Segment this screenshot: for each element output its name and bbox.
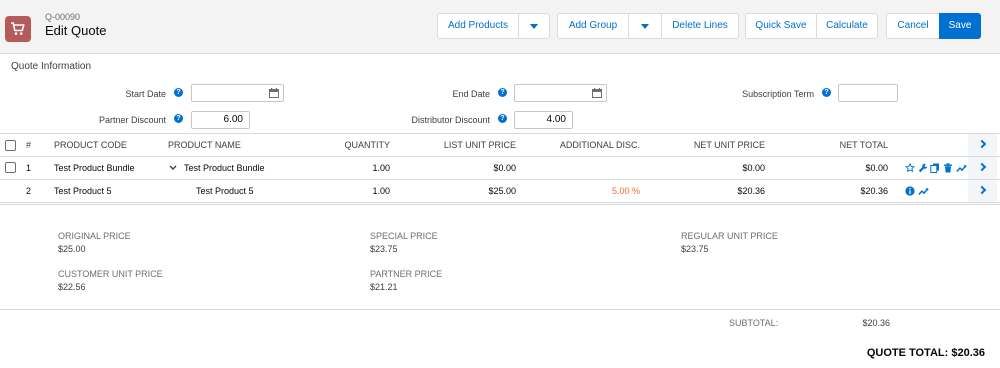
calendar-icon[interactable]	[592, 88, 602, 98]
column-header-quantity: QUANTITY	[344, 140, 390, 150]
trend-icon[interactable]	[956, 163, 967, 173]
chevron-right-icon	[977, 139, 987, 149]
calculate-button[interactable]: Calculate	[816, 13, 878, 39]
product-code: Test Product Bundle	[54, 163, 135, 173]
column-header-product-name: PRODUCT NAME	[168, 140, 241, 150]
page-header: Q-00090 Edit Quote Add Products Add Grou…	[0, 0, 1000, 54]
column-header-number: #	[26, 140, 32, 150]
regular-unit-price-value: $23.75	[681, 244, 709, 254]
chevron-right-icon	[977, 185, 987, 195]
cart-icon	[5, 16, 31, 42]
partner-price-value: $21.21	[370, 282, 398, 292]
end-date-label: End Date	[452, 89, 490, 99]
subscription-term-field[interactable]	[838, 84, 898, 102]
quote-number: Q-00090	[45, 12, 81, 22]
select-all-checkbox[interactable]	[5, 140, 16, 151]
customer-unit-price-label: CUSTOMER UNIT PRICE	[58, 269, 163, 279]
chevron-down-icon[interactable]	[169, 165, 177, 171]
list-unit-price: $0.00	[493, 163, 516, 173]
help-icon[interactable]: ?	[174, 114, 183, 123]
copy-icon[interactable]	[930, 163, 940, 173]
net-total: $0.00	[865, 163, 888, 173]
page-title: Edit Quote	[45, 23, 107, 38]
original-price-value: $25.00	[58, 244, 86, 254]
star-icon[interactable]	[905, 163, 915, 173]
add-products-menu-button[interactable]	[518, 13, 550, 39]
additional-discount[interactable]: 5.00 %	[530, 180, 640, 202]
table-row[interactable]: 2 Test Product 5 Test Product 5 1.00 $25…	[0, 180, 1000, 203]
row-number: 2	[26, 186, 32, 196]
subtotal-value: $20.36	[862, 318, 890, 328]
product-code: Test Product 5	[54, 186, 112, 196]
section-title: Quote Information	[11, 61, 92, 72]
quote-total: QUOTE TOTAL: $20.36	[866, 347, 985, 359]
start-date-label: Start Date	[125, 89, 166, 99]
table-row[interactable]: 1 Test Product Bundle Test Product Bundl…	[0, 157, 1000, 180]
row-checkbox[interactable]	[5, 162, 16, 173]
customer-unit-price-value: $22.56	[58, 282, 86, 292]
net-unit-price: $0.00	[742, 163, 765, 173]
wrench-icon[interactable]	[918, 163, 928, 173]
column-header-product-code: PRODUCT CODE	[54, 140, 127, 150]
row-number: 1	[26, 163, 32, 173]
table-header: # PRODUCT CODE PRODUCT NAME QUANTITY LIS…	[0, 133, 1000, 157]
help-icon[interactable]: ?	[174, 88, 183, 97]
start-date-field[interactable]	[191, 84, 284, 102]
trend-icon[interactable]	[918, 186, 929, 196]
subtotal-label: SUBTOTAL:	[729, 318, 779, 328]
product-name: Test Product 5	[196, 186, 254, 196]
chevron-down-icon	[641, 24, 649, 29]
help-icon[interactable]: ?	[498, 88, 507, 97]
net-unit-price: $20.36	[737, 186, 765, 196]
column-header-additional-disc: ADDITIONAL DISC.	[559, 140, 640, 150]
trash-icon[interactable]	[943, 163, 953, 173]
net-total: $20.36	[860, 186, 888, 196]
chevron-right-icon	[977, 162, 987, 172]
add-products-button[interactable]: Add Products	[437, 13, 519, 39]
distributor-discount-label: Distributor Discount	[411, 115, 490, 125]
chevron-down-icon	[530, 24, 538, 29]
column-header-net-unit-price: NET UNIT PRICE	[693, 140, 765, 150]
price-details-panel: ORIGINAL PRICE $25.00 SPECIAL PRICE $23.…	[0, 204, 1000, 310]
info-icon[interactable]	[905, 186, 915, 196]
quantity[interactable]: 1.00	[310, 157, 390, 179]
calendar-icon[interactable]	[269, 88, 279, 98]
help-icon[interactable]: ?	[498, 114, 507, 123]
original-price-label: ORIGINAL PRICE	[58, 231, 131, 241]
special-price-label: SPECIAL PRICE	[370, 231, 438, 241]
expand-rail[interactable]	[968, 134, 997, 156]
add-group-button[interactable]: Add Group	[557, 13, 629, 39]
help-icon[interactable]: ?	[822, 88, 831, 97]
regular-unit-price-label: REGULAR UNIT PRICE	[681, 231, 778, 241]
partner-price-label: PARTNER PRICE	[370, 269, 443, 279]
row-expand-button[interactable]	[968, 180, 997, 202]
product-name: Test Product Bundle	[184, 163, 265, 173]
end-date-field[interactable]	[514, 84, 607, 102]
list-unit-price: $25.00	[488, 186, 516, 196]
cancel-button[interactable]: Cancel	[886, 13, 940, 39]
quantity[interactable]: 1.00	[310, 180, 390, 202]
save-button[interactable]: Save	[939, 13, 981, 39]
column-header-net-total: NET TOTAL	[839, 140, 888, 150]
subscription-term-label: Subscription Term	[742, 89, 814, 99]
quick-save-button[interactable]: Quick Save	[745, 13, 817, 39]
delete-lines-button[interactable]: Delete Lines	[661, 13, 739, 39]
row-expand-button[interactable]	[968, 157, 997, 179]
add-group-menu-button[interactable]	[628, 13, 662, 39]
distributor-discount-field[interactable]: 4.00	[514, 111, 573, 129]
column-header-list-unit-price: LIST UNIT PRICE	[443, 140, 516, 150]
partner-discount-label: Partner Discount	[98, 115, 166, 125]
partner-discount-field[interactable]: 6.00	[191, 111, 250, 129]
special-price-value: $23.75	[370, 244, 398, 254]
